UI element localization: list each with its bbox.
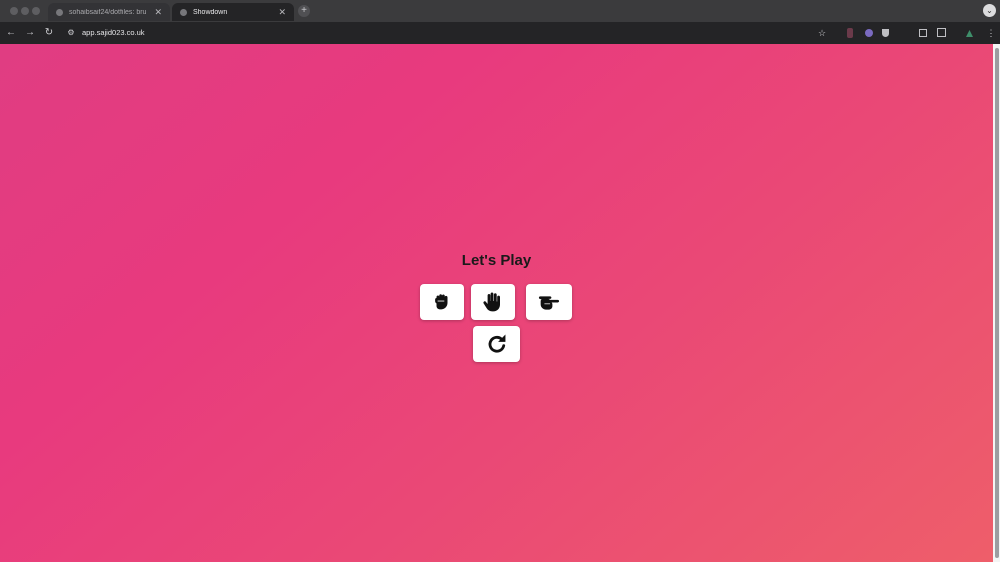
extension-icon[interactable]: [865, 29, 873, 37]
site-info-icon[interactable]: ⚙: [66, 28, 76, 38]
redo-icon: [488, 334, 505, 353]
site-favicon-icon: [180, 8, 187, 16]
shield-extension-icon[interactable]: [882, 29, 889, 37]
window-maximize-dot[interactable]: [32, 7, 40, 15]
reload-icon[interactable]: ↻: [42, 26, 56, 40]
close-icon[interactable]: ✕: [278, 7, 286, 18]
address-bar[interactable]: app.sajid023.co.uk: [82, 28, 145, 37]
extension-icon[interactable]: [847, 28, 853, 38]
browser-toolbar: ← → ↻ ⚙ app.sajid023.co.uk ☆ ⋮: [0, 22, 1000, 44]
open-hand-icon: [483, 292, 500, 312]
scissors-hand-icon: [538, 296, 560, 310]
tab-label: sohaibsaif24/dotfiles: bru: [69, 8, 147, 16]
window-minimize-dot[interactable]: [21, 7, 29, 15]
more-menu-icon[interactable]: ⋮: [986, 28, 996, 38]
bookmark-star-icon[interactable]: ☆: [817, 28, 827, 38]
close-icon[interactable]: ✕: [154, 7, 162, 18]
page-viewport: Let's Play: [0, 44, 993, 562]
window-close-dot[interactable]: [10, 7, 18, 15]
paper-button[interactable]: [471, 284, 515, 320]
sidebar-icon[interactable]: [919, 29, 927, 37]
tab-label: Showdown: [193, 8, 228, 16]
tab-dotfiles[interactable]: sohaibsaif24/dotfiles: bru ✕: [48, 3, 170, 21]
restart-button[interactable]: [473, 326, 520, 362]
forward-arrow-icon[interactable]: →: [23, 26, 37, 40]
profile-icon[interactable]: [966, 30, 973, 37]
github-favicon-icon: [56, 8, 63, 16]
new-tab-button[interactable]: +: [298, 5, 310, 17]
rock-button[interactable]: [420, 284, 464, 320]
split-view-icon[interactable]: [937, 28, 946, 37]
tab-showdown[interactable]: Showdown ✕: [172, 3, 294, 21]
fist-icon: [435, 294, 448, 310]
tab-search-chevron-icon[interactable]: ⌄: [983, 4, 996, 17]
scrollbar-thumb[interactable]: [995, 48, 999, 558]
scissors-button[interactable]: [526, 284, 572, 320]
page-title: Let's Play: [461, 252, 532, 269]
back-arrow-icon[interactable]: ←: [4, 26, 18, 40]
browser-tab-strip: sohaibsaif24/dotfiles: bru ✕ Showdown ✕ …: [0, 0, 1000, 22]
